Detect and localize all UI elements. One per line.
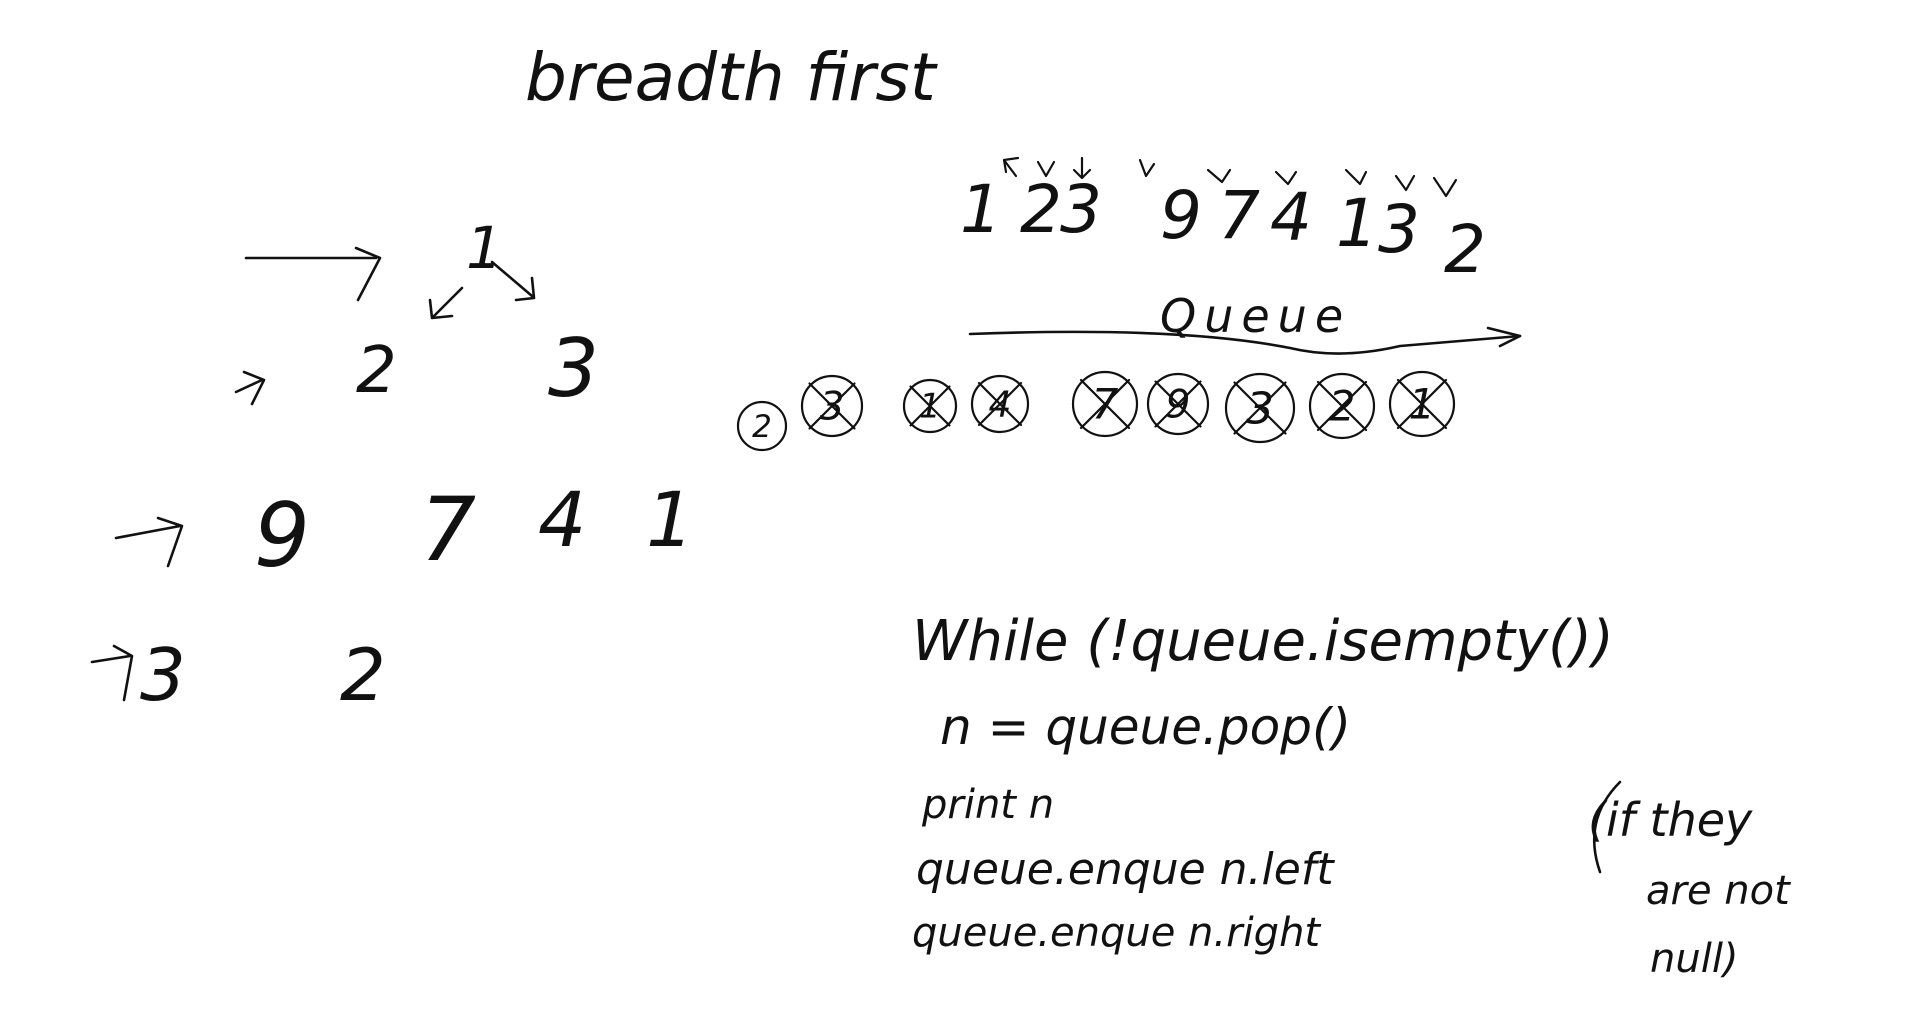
order-item-8: 3: [1378, 191, 1420, 268]
queue-item: 7: [1071, 370, 1139, 438]
level-arrow-4: [90, 644, 134, 702]
code-line-enqueue-left: queue.enque n.left: [916, 844, 1335, 895]
queue-items: 231479321: [736, 370, 1456, 452]
queue-item: 3: [800, 374, 864, 438]
queue-item: 2: [1308, 372, 1376, 440]
tree-node-root: 1: [466, 214, 503, 282]
order-item-6: 4: [1270, 179, 1312, 256]
order-item-9: 2: [1444, 211, 1486, 288]
note-line-1: (if they: [1588, 793, 1753, 847]
queue-item: 9: [1146, 372, 1210, 436]
tree-node-l2-a: 2: [356, 334, 397, 408]
order-item-1: 1: [960, 171, 1002, 248]
tree-node-l3-b: 7: [420, 478, 476, 581]
code-line-enqueue-right: queue.enque n.right: [912, 910, 1321, 956]
tree-diagram: 1 2 3 9 7 4 1 3 2: [90, 214, 694, 717]
code-line-print: print n: [921, 782, 1054, 828]
tree-node-l3-d: 1: [646, 475, 694, 564]
whiteboard-canvas: breadth first 1 2 3 9 7 4 1 3 2 1 2 3 9 …: [0, 0, 1919, 1014]
tree-node-l4-a: 3: [140, 633, 186, 717]
queue-item: 1: [1388, 370, 1456, 438]
traversal-order: 1 2 3 9 7 4 1 3 2: [960, 156, 1486, 288]
edge-arrow-left: [428, 286, 464, 320]
queue-item: 3: [1224, 372, 1296, 444]
tree-node-l4-b: 2: [340, 633, 386, 717]
queue-item: 4: [970, 374, 1030, 434]
tree-node-l2-b: 3: [548, 322, 599, 415]
level-arrow-1: [244, 246, 382, 302]
page-title: breadth first: [525, 39, 938, 116]
code-line-while: While (!queue.isempty()): [912, 609, 1614, 674]
order-item-5: 7: [1218, 177, 1260, 254]
note-line-2: are not: [1646, 868, 1791, 914]
order-item-3: 3: [1060, 171, 1102, 248]
tree-node-l3-c: 4: [538, 475, 586, 564]
level-arrow-2: [234, 370, 266, 406]
order-item-7: 1: [1336, 185, 1378, 262]
order-item-4: 9: [1160, 177, 1202, 254]
queue-section: Queue 231479321: [736, 289, 1522, 452]
note-line-3: null): [1650, 936, 1739, 982]
queue-item: 1: [902, 378, 958, 434]
queue-item: 2: [736, 400, 788, 452]
code-line-pop: n = queue.pop(): [940, 698, 1351, 756]
pseudocode-block: While (!queue.isempty()) n = queue.pop()…: [912, 609, 1791, 982]
queue-item-value: 2: [752, 409, 772, 445]
tree-node-l3-a: 9: [254, 484, 310, 587]
level-arrow-3: [114, 516, 184, 568]
order-item-2: 2: [1020, 171, 1062, 248]
